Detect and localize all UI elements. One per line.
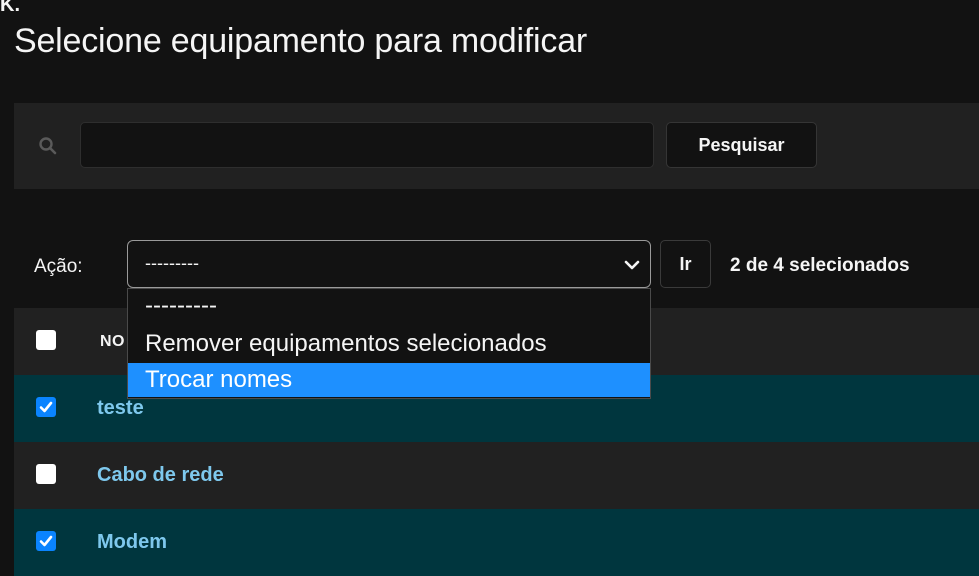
row-checkbox[interactable] (36, 397, 56, 417)
go-button[interactable]: Ir (660, 240, 711, 288)
select-all-checkbox[interactable] (36, 330, 56, 350)
actions-bar: Ação: --------- Ir 2 de 4 selecionados (14, 236, 979, 292)
action-select[interactable]: --------- (127, 240, 651, 288)
dropdown-option-blank[interactable]: --------- (128, 289, 650, 323)
table-row: Modem (14, 509, 979, 576)
clipped-header-fragment: K. (0, 0, 20, 16)
search-button[interactable]: Pesquisar (666, 122, 817, 168)
row-link[interactable]: Modem (97, 531, 167, 554)
row-link[interactable]: teste (97, 397, 144, 420)
search-icon (38, 136, 58, 156)
table-row: Cabo de rede (14, 442, 979, 509)
chevron-down-icon (624, 257, 640, 273)
dropdown-option-rename[interactable]: Trocar nomes (128, 363, 650, 397)
page-title: Selecione equipamento para modificar (14, 22, 588, 60)
selection-counter: 2 de 4 selecionados (730, 255, 910, 276)
action-select-value: --------- (145, 253, 199, 273)
dropdown-option-remove[interactable]: Remover equipamentos selecionados (128, 327, 650, 361)
row-link[interactable]: Cabo de rede (97, 464, 224, 487)
action-label: Ação: (34, 256, 83, 277)
row-checkbox[interactable] (36, 531, 56, 551)
column-header-name[interactable]: NO (100, 333, 125, 351)
search-input[interactable] (80, 122, 654, 168)
search-toolbar: Pesquisar (14, 103, 979, 189)
row-checkbox[interactable] (36, 464, 56, 484)
action-dropdown-list: --------- Remover equipamentos seleciona… (127, 288, 651, 399)
